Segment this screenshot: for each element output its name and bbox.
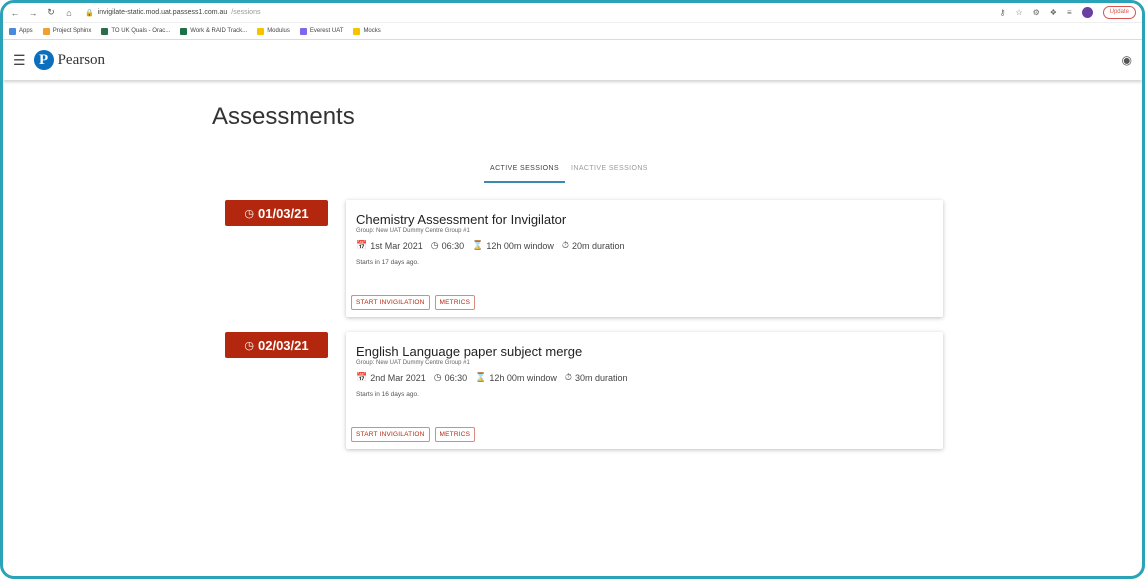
url-host: invigilate-static.mod.uat.passess1.com.a… <box>97 9 228 16</box>
menu-icon[interactable]: ☰ <box>13 52 26 69</box>
main-content: Assessments ACTIVE SESSIONS INACTIVE SES… <box>3 80 1142 576</box>
back-icon[interactable]: ← <box>9 8 21 18</box>
folder-icon <box>353 27 361 35</box>
folder-icon <box>257 27 265 35</box>
app-header: ☰ P Pearson ◉ <box>3 40 1142 80</box>
reading-list-icon[interactable]: ≡ <box>1067 8 1072 17</box>
start-invigilation-button[interactable]: START INVIGILATION <box>351 427 430 442</box>
forward-icon[interactable]: → <box>27 8 39 18</box>
clock-icon: ◷ <box>433 372 442 382</box>
date-badge: ◷ 01/03/21 <box>225 200 328 226</box>
session-duration: 30m duration <box>574 372 628 383</box>
bookmark-apps[interactable]: Apps <box>9 27 33 35</box>
bookmark-to-uk-quals[interactable]: TO UK Quals - Orac... <box>101 27 170 35</box>
puzzle-icon[interactable]: ❖ <box>1050 8 1057 17</box>
page-title: Assessments <box>212 103 355 130</box>
apps-grid-icon <box>9 27 16 35</box>
session-time: 06:30 <box>444 372 468 383</box>
reload-icon[interactable]: ↻ <box>45 7 57 18</box>
hourglass-icon: ⌛ <box>472 240 484 250</box>
calendar-icon: 📅 <box>356 372 368 382</box>
metrics-button[interactable]: METRICS <box>434 295 476 310</box>
clock-icon: ◷ <box>430 240 439 250</box>
clock-icon: ◷ <box>244 207 254 220</box>
date-badge: ◷ 02/03/21 <box>225 332 328 358</box>
session-meta: 📅 2nd Mar 2021 ◷ 06:30 ⌛ 12h 00m window ⏱ 30… <box>356 372 933 383</box>
tab-active-sessions[interactable]: ACTIVE SESSIONS <box>484 165 566 183</box>
session-starts: Starts in 16 days ago. <box>356 391 419 398</box>
session-date: 2nd Mar 2021 <box>370 372 426 383</box>
metrics-button[interactable]: METRICS <box>434 427 476 442</box>
session-tabs: ACTIVE SESSIONS INACTIVE SESSIONS <box>484 165 654 183</box>
extension-icon[interactable]: ⚙ <box>1033 8 1040 17</box>
tab-inactive-sessions[interactable]: INACTIVE SESSIONS <box>565 165 654 183</box>
profile-avatar[interactable] <box>1081 7 1093 18</box>
key-icon[interactable]: ⚷ <box>1000 8 1006 17</box>
session-actions: START INVIGILATION METRICS <box>351 295 476 310</box>
session-date: 1st Mar 2021 <box>370 240 423 251</box>
bookmark-modulus[interactable]: Modulus <box>257 27 290 35</box>
date-badge-text: 02/03/21 <box>258 337 309 353</box>
bookmark-project-sphinx[interactable]: Project Sphinx <box>42 27 91 35</box>
session-window: 12h 00m window <box>489 372 557 383</box>
url-field[interactable]: 🔒 invigilate-static.mod.uat.passess1.com… <box>85 9 260 17</box>
bookmark-everest-uat[interactable]: Everest UAT <box>299 27 343 35</box>
date-badge-text: 01/03/21 <box>258 205 309 221</box>
session-window: 12h 00m window <box>486 240 554 251</box>
account-icon[interactable]: ◉ <box>1122 53 1132 67</box>
bookmark-mocks[interactable]: Mocks <box>353 27 381 35</box>
pearson-logo[interactable]: P <box>33 50 54 70</box>
address-bar: ← → ↻ ⌂ 🔒 invigilate-static.mod.uat.pass… <box>3 3 1142 23</box>
bookmark-icon <box>299 27 307 35</box>
session-group: Group: New UAT Dummy Centre Group #1 <box>356 360 470 366</box>
update-button[interactable]: Update <box>1102 6 1136 19</box>
session-starts: Starts in 17 days ago. <box>356 259 419 266</box>
session-time: 06:30 <box>441 240 465 251</box>
session-meta: 📅 1st Mar 2021 ◷ 06:30 ⌛ 12h 00m window ⏱ 20… <box>356 240 933 251</box>
session-actions: START INVIGILATION METRICS <box>351 427 476 442</box>
timer-icon: ⏱ <box>564 372 572 382</box>
bookmark-icon <box>42 27 50 35</box>
session-card: English Language paper subject merge Gro… <box>346 332 943 449</box>
star-icon[interactable]: ☆ <box>1015 8 1022 17</box>
bookmark-work-raid[interactable]: Work & RAID Track... <box>180 27 247 35</box>
clock-icon: ◷ <box>244 339 254 352</box>
session-group: Group: New UAT Dummy Centre Group #1 <box>356 228 470 234</box>
timer-icon: ⏱ <box>561 240 569 250</box>
calendar-icon: 📅 <box>356 240 368 250</box>
brand-name: Pearson <box>57 51 106 68</box>
session-title: English Language paper subject merge <box>356 344 583 359</box>
bookmarks-bar: Apps Project Sphinx TO UK Quals - Orac..… <box>3 23 1142 40</box>
lock-icon: 🔒 <box>85 9 94 17</box>
session-card: Chemistry Assessment for Invigilator Gro… <box>346 200 943 317</box>
session-title: Chemistry Assessment for Invigilator <box>356 212 567 227</box>
bookmark-icon <box>180 27 188 35</box>
bookmark-icon <box>101 27 109 35</box>
home-icon[interactable]: ⌂ <box>63 8 75 18</box>
session-duration: 20m duration <box>571 240 625 251</box>
browser-window: ← → ↻ ⌂ 🔒 invigilate-static.mod.uat.pass… <box>0 0 1145 579</box>
url-path: /sessions <box>231 9 261 16</box>
start-invigilation-button[interactable]: START INVIGILATION <box>351 295 430 310</box>
hourglass-icon: ⌛ <box>475 372 487 382</box>
